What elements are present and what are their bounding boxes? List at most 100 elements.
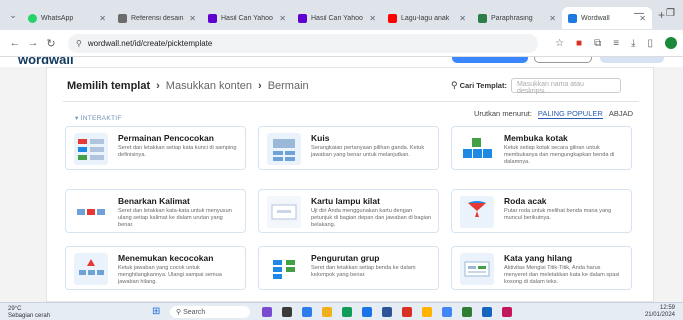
template-card-find-the-match[interactable]: Menemukan kecocokan Ketuk jawaban yang c… — [65, 246, 246, 290]
template-card-random-wheel[interactable]: Roda acak Putar roda untuk melihat benda… — [451, 189, 632, 233]
tab-favicon — [478, 13, 487, 23]
extensions-puzzle-icon[interactable]: ⧉ — [594, 38, 601, 49]
browser-tab[interactable]: Paraphrasing ✕ — [472, 7, 562, 29]
download-icon[interactable]: ⤓ — [631, 38, 635, 49]
browser-tab[interactable]: Hasil Cari Yahoo ✕ — [292, 7, 382, 29]
breadcrumb-step-play: Bermain — [267, 80, 309, 92]
tab-title: Hasil Cari Yahoo — [221, 14, 273, 22]
account-menu[interactable] — [600, 57, 664, 63]
browser-tab[interactable]: Lagu-lagu anak ✕ — [382, 7, 472, 29]
sort-bar: Urutkan menurut: PALING POPULER ABJAD — [474, 109, 633, 119]
card-description: Serangkaian pertanyaan pilihan ganda. Ke… — [311, 145, 425, 159]
template-card-match-up[interactable]: Permainan Pencocokan Seret dan letakkan … — [65, 126, 246, 170]
card-description: Ketuk setiap kotak secara giliran untuk … — [504, 145, 615, 166]
browser-tab[interactable]: Referensi desain ✕ — [112, 7, 202, 29]
tab-search-icon[interactable]: ⌄ — [4, 10, 22, 21]
reading-list-icon[interactable]: ≡ — [613, 38, 619, 49]
sort-label: Urutkan menurut: — [473, 109, 532, 118]
app-icon[interactable] — [362, 307, 372, 317]
tab-title: Lagu-lagu anak — [401, 14, 450, 22]
tab-title: Wordwall — [581, 14, 610, 22]
app-icon[interactable] — [402, 307, 412, 317]
template-card-unjumble[interactable]: Benarkan Kalimat Seret dan letakkan kata… — [65, 189, 246, 233]
card-description: Seret dan letakkan kata-kata untuk menyu… — [118, 208, 232, 229]
app-icon[interactable] — [422, 307, 432, 317]
system-tray[interactable]: 12:59 21/01/2024 — [645, 305, 675, 319]
random-wheel-icon — [460, 196, 494, 228]
restore-icon[interactable]: ❐ — [666, 8, 675, 19]
filter-interactive[interactable]: ▾ INTERAKTIF — [75, 114, 122, 122]
url-text: wordwall.net/id/create/picktemplate — [87, 38, 213, 48]
header-button[interactable] — [452, 57, 528, 63]
close-tab-icon[interactable]: ✕ — [549, 14, 556, 23]
app-icon[interactable] — [342, 307, 352, 317]
weather-widget[interactable]: 29°C Sebagian cerah — [8, 306, 50, 319]
app-icon[interactable] — [482, 307, 492, 317]
template-card-flash-cards[interactable]: Kartu lampu kilat Uji diri Anda mengguna… — [258, 189, 439, 233]
browser-tab[interactable]: Hasil Cari Yahoo ✕ — [202, 7, 292, 29]
chrome-icon[interactable] — [442, 307, 452, 317]
yahoo-icon — [208, 13, 217, 23]
group-sort-icon — [267, 253, 301, 285]
search-input[interactable]: Masukkan nama atau deskripsi... — [510, 78, 621, 95]
bookmark-star-icon[interactable]: ☆ — [555, 38, 564, 49]
back-icon[interactable]: ← — [6, 37, 24, 49]
app-icon[interactable] — [302, 307, 312, 317]
taskbar: 29°C Sebagian cerah ⊞ ⚲ Search 12:59 21/… — [0, 302, 683, 320]
template-card-open-the-box[interactable]: Membuka kotak Ketuk setiap kotak secara … — [451, 126, 632, 170]
divider — [63, 101, 639, 102]
clock-date: 21/01/2024 — [644, 312, 675, 318]
card-title: Kartu lampu kilat — [311, 196, 380, 206]
close-tab-icon[interactable]: ✕ — [99, 14, 106, 23]
flash-cards-icon — [267, 196, 301, 228]
yahoo-icon — [298, 13, 307, 23]
taskbar-search[interactable]: ⚲ Search — [170, 306, 250, 318]
search-icon: ⚲ — [451, 80, 458, 90]
template-search: ⚲ Cari Templat: Masukkan nama atau deskr… — [451, 78, 621, 95]
wordwall-logo[interactable]: wordwall — [18, 57, 74, 67]
task-view-icon[interactable] — [282, 307, 292, 317]
breadcrumb: Memilih templat › Masukkan konten › Berm… — [67, 80, 309, 92]
app-icon[interactable] — [382, 307, 392, 317]
taskbar-apps — [262, 307, 512, 317]
file-explorer-icon[interactable] — [322, 307, 332, 317]
browser-tab[interactable]: WhatsApp ✕ — [22, 7, 112, 29]
sort-alphabetical[interactable]: ABJAD — [609, 109, 633, 119]
app-icon[interactable] — [462, 307, 472, 317]
chevron-down-icon: ▾ — [75, 115, 79, 122]
extension-icon[interactable]: ■ — [576, 38, 582, 49]
minimize-icon[interactable]: — — [634, 8, 644, 19]
close-tab-icon[interactable]: ✕ — [459, 14, 466, 23]
template-card-missing-word[interactable]: Kata yang hilang Aktivitas Mengisi Titik… — [451, 246, 632, 290]
tab-title: Paraphrasing — [491, 14, 533, 22]
card-title: Membuka kotak — [504, 133, 568, 143]
close-tab-icon[interactable]: ✕ — [189, 14, 196, 23]
chevron-right-icon: › — [258, 80, 262, 92]
url-field[interactable]: ⚲ wordwall.net/id/create/picktemplate — [68, 33, 538, 53]
sort-most-popular[interactable]: PALING POPULER — [537, 109, 603, 119]
filter-label: INTERAKTIF — [80, 115, 122, 122]
find-match-icon — [74, 253, 108, 285]
close-tab-icon[interactable]: ✕ — [369, 14, 376, 23]
forward-icon[interactable]: → — [24, 37, 42, 49]
site-info-icon[interactable]: ⚲ — [76, 39, 82, 48]
card-description: Putar roda untuk melihat benda mana yang… — [504, 208, 612, 222]
app-icon[interactable] — [502, 307, 512, 317]
side-panel-icon[interactable]: ▯ — [647, 38, 653, 49]
reload-icon[interactable]: ↻ — [42, 37, 60, 50]
profile-avatar-icon[interactable] — [665, 37, 677, 49]
close-tab-icon[interactable]: ✕ — [279, 14, 286, 23]
card-description: Uji diri Anda menggunakan kartu dengan p… — [311, 208, 432, 229]
card-description: Aktivitas Mengisi Titik-Titik, Anda haru… — [504, 265, 620, 286]
clock-time: 12:59 — [659, 305, 675, 311]
template-card-quiz[interactable]: Kuis Serangkaian pertanyaan pilihan gand… — [258, 126, 439, 170]
app-icon[interactable] — [262, 307, 272, 317]
start-icon[interactable]: ⊞ — [152, 306, 160, 317]
address-bar: ← → ↻ ⚲ wordwall.net/id/create/picktempl… — [0, 30, 683, 57]
weather-text: Sebagian cerah — [8, 312, 51, 319]
header-button[interactable] — [534, 57, 592, 63]
youtube-icon — [388, 13, 397, 23]
browser-toolbar: ☆ ■ ⧉ ≡ ⤓ ▯ — [555, 37, 677, 49]
whatsapp-icon — [28, 13, 37, 23]
template-card-group-sort[interactable]: Pengurutan grup Seret dan letakkan setia… — [258, 246, 439, 290]
